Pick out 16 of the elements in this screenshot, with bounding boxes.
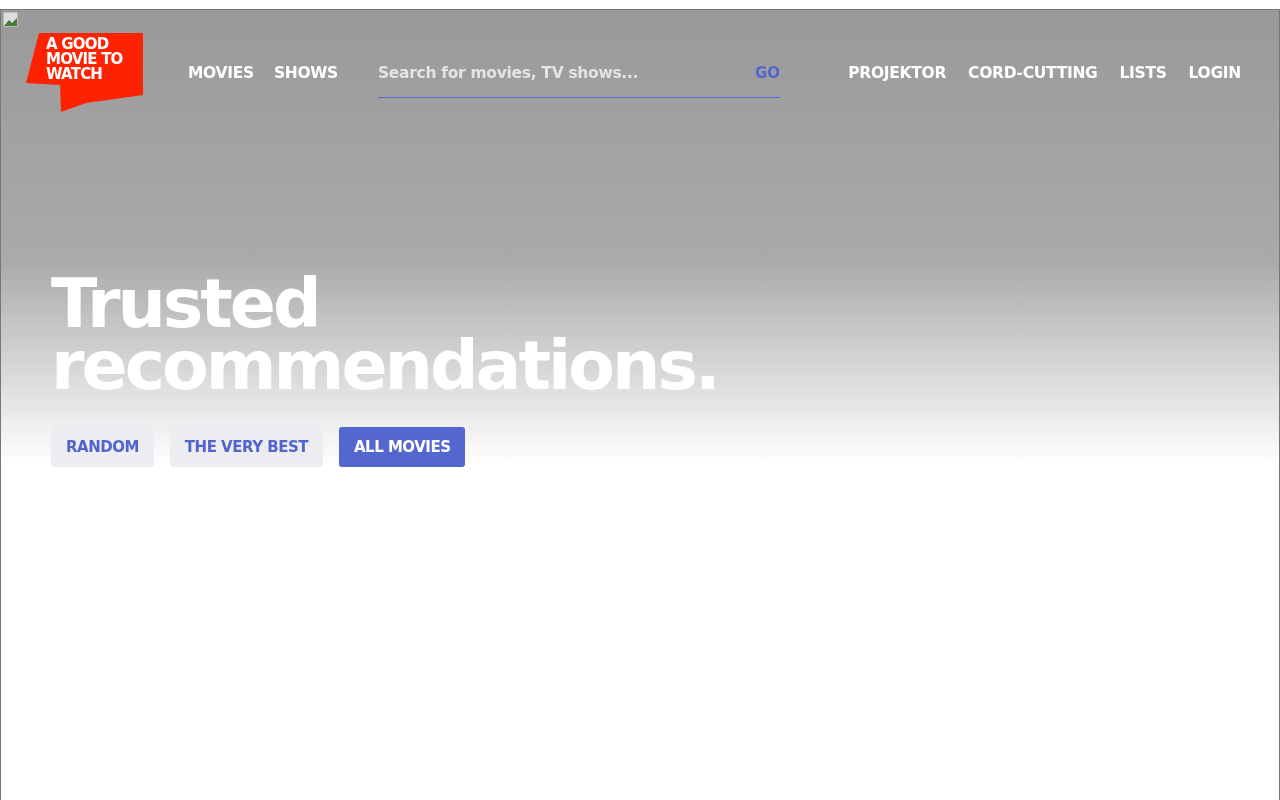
logo-text: MOVIE TO — [46, 52, 123, 67]
nav-link[interactable]: CORD-CUTTING — [968, 64, 1098, 82]
nav-link[interactable]: PROJEKTOR — [848, 64, 947, 82]
filter-tab[interactable]: THE VERY BEST — [169, 427, 323, 467]
go-button[interactable]: GO — [754, 63, 780, 82]
search-field[interactable]: Search for movies, TV shows... GO — [378, 48, 780, 98]
filter-tab[interactable]: RANDOM — [51, 427, 154, 467]
broken-image-icon — [2, 11, 19, 28]
logo[interactable]: A GOOD MOVIE TO WATCH — [26, 33, 143, 113]
nav-link[interactable]: LOGIN — [1188, 64, 1241, 82]
filter-tab[interactable]: ALL MOVIES — [339, 427, 466, 467]
logo-text: A GOOD — [46, 37, 109, 52]
nav-link[interactable]: SHOWS — [273, 64, 338, 82]
nav-link[interactable]: MOVIES — [188, 64, 254, 82]
logo-text: WATCH — [46, 67, 104, 82]
nav-link[interactable]: LISTS — [1119, 64, 1167, 82]
